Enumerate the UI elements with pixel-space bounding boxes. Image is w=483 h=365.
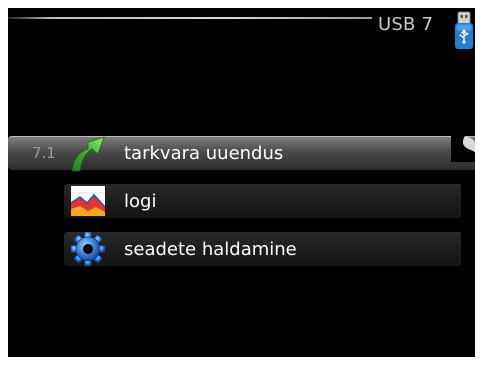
page-curl-icon (451, 136, 475, 162)
menu-item-software-update[interactable]: 7.1 tarkvara uuendus (8, 136, 475, 172)
menu-item-settings-management[interactable]: seadete haldamine (64, 231, 461, 267)
log-chart-icon (70, 186, 106, 216)
usb-stick-icon (455, 11, 473, 49)
device-screen: USB 7 7.1 tarkvara uuendus logi seadete … (8, 8, 475, 357)
settings-gear-icon (70, 231, 106, 267)
menu-item-number: 7.1 (32, 144, 56, 162)
menu-item-label: seadete haldamine (124, 239, 297, 260)
menu-item-log[interactable]: logi (64, 184, 461, 218)
header-divider (8, 17, 372, 19)
menu-item-label: logi (124, 191, 157, 212)
page-title: USB 7 (378, 14, 434, 35)
update-arrow-icon (71, 136, 105, 172)
menu-item-label: tarkvara uuendus (124, 143, 284, 164)
